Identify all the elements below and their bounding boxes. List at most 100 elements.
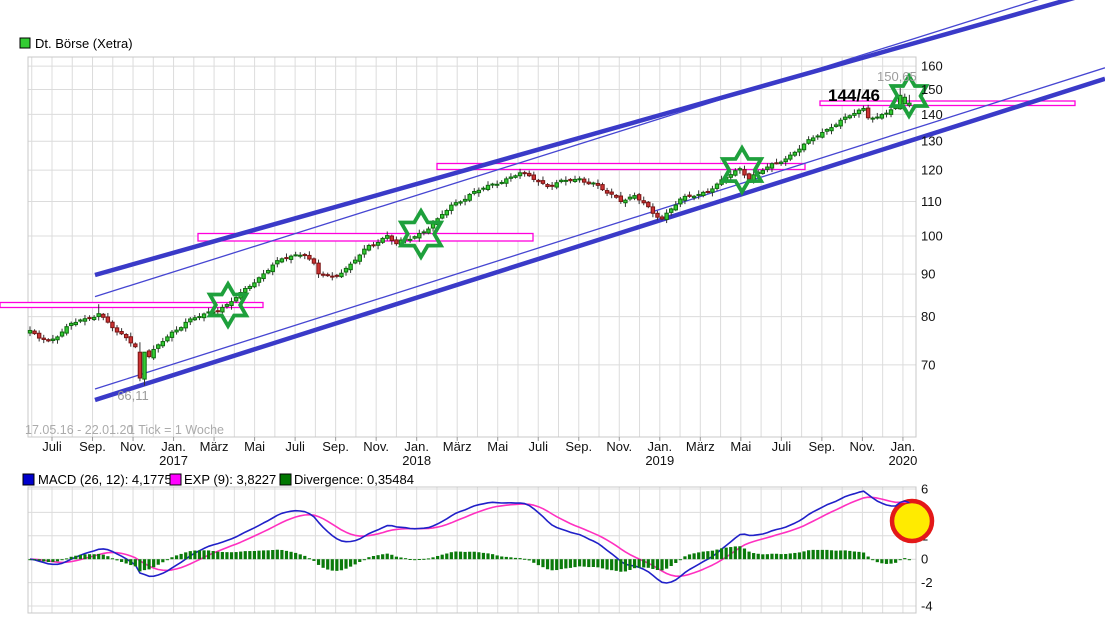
resistance-band — [198, 234, 533, 242]
candle-down — [106, 317, 109, 322]
candle-up — [276, 261, 279, 264]
candle-up — [825, 129, 828, 131]
x-axis-tick-label: Sep. — [322, 439, 349, 454]
candle-up — [198, 317, 201, 318]
candle-down — [775, 163, 778, 164]
candle-down — [147, 351, 150, 357]
candle-up — [253, 283, 256, 287]
tick-period-label: 1 Tick = 1 Woche — [128, 423, 224, 437]
y-axis-tick-label: 140 — [921, 107, 943, 122]
candle-up — [711, 189, 714, 192]
candle-down — [312, 259, 315, 263]
candle-up — [202, 314, 205, 318]
candle-down — [647, 202, 650, 206]
candle-up — [555, 183, 558, 187]
candle-up — [179, 328, 182, 331]
candle-up — [830, 128, 833, 131]
candle-up — [51, 339, 54, 340]
candle-up — [715, 184, 718, 188]
candle-up — [170, 332, 173, 337]
macd-legend-swatch-icon — [23, 474, 34, 485]
candle-down — [372, 245, 375, 246]
candle-up — [353, 260, 356, 263]
candle-up — [679, 199, 682, 204]
candle-up — [257, 278, 260, 283]
candle-down — [523, 173, 526, 174]
x-axis-tick-label: Nov. — [606, 439, 632, 454]
x-axis-year-label: 2020 — [888, 453, 917, 468]
candle-up — [880, 115, 883, 119]
candle-up — [624, 200, 627, 203]
candle-up — [482, 188, 485, 189]
candle-up — [871, 118, 874, 119]
candle-up — [74, 322, 77, 324]
candle-up — [266, 271, 269, 273]
candle-up — [450, 205, 453, 210]
x-axis-tick-label: Juli — [42, 439, 62, 454]
x-axis-year-label: 2017 — [159, 453, 188, 468]
candle-down — [395, 240, 398, 244]
candle-up — [514, 176, 517, 178]
candle-down — [111, 322, 114, 327]
y-axis-tick-label: 70 — [921, 357, 935, 372]
candle-up — [408, 239, 411, 240]
x-axis-tick-label: März — [686, 439, 715, 454]
candle-up — [193, 318, 196, 320]
stock-chart-canvas[interactable]: 160150140130120110100908070JuliSep.Nov.J… — [0, 0, 1105, 626]
candle-up — [816, 136, 819, 137]
candle-up — [500, 182, 503, 183]
candle-up — [175, 330, 178, 332]
candle-up — [821, 132, 824, 137]
trend-line-lower-thin — [95, 68, 1105, 389]
candle-up — [381, 238, 384, 242]
candle-up — [221, 307, 224, 312]
candle-up — [299, 255, 302, 256]
x-axis-tick-label: Mai — [244, 439, 265, 454]
macd-legend-swatch-icon — [280, 474, 291, 485]
candle-up — [65, 327, 68, 333]
candle-up — [564, 180, 567, 181]
candle-down — [335, 275, 338, 276]
candle-up — [189, 319, 192, 322]
candle-up — [60, 332, 63, 336]
y-axis-tick-label: 110 — [921, 194, 942, 209]
x-axis-tick-label: Jan. — [648, 439, 673, 454]
candle-up — [848, 116, 851, 118]
candle-up — [166, 337, 169, 341]
candle-up — [578, 179, 581, 180]
candle-up — [157, 345, 160, 349]
macd-legend: MACD (26, 12): 4,1775EXP (9): 3,8227Dive… — [23, 472, 414, 487]
symbol-legend-swatch-icon — [20, 38, 30, 48]
candle-up — [230, 302, 233, 306]
signal-highlight-circle — [892, 501, 932, 541]
symbol-legend-label: Dt. Börse (Xetra) — [35, 36, 133, 51]
candle-up — [367, 245, 370, 250]
candle-up — [495, 184, 498, 185]
x-axis-tick-label: Mai — [730, 439, 751, 454]
y-axis-tick-label: 90 — [921, 267, 935, 282]
x-axis-tick-label: Nov. — [120, 439, 146, 454]
candle-up — [427, 229, 430, 233]
candle-up — [454, 203, 457, 205]
candle-up — [839, 120, 842, 126]
candle-up — [811, 138, 814, 141]
candle-down — [115, 328, 118, 332]
candle-up — [363, 249, 366, 254]
candle-up — [340, 273, 343, 276]
candle-up — [422, 232, 425, 233]
candle-up — [468, 194, 471, 200]
candle-down — [688, 195, 691, 196]
candle-up — [97, 314, 100, 317]
candle-up — [857, 110, 860, 113]
y-axis-tick-label: 80 — [921, 309, 935, 324]
x-axis-tick-label: Nov. — [363, 439, 389, 454]
last-price-label: 144/46 — [828, 86, 880, 105]
candle-up — [784, 159, 787, 162]
candle-up — [766, 167, 769, 169]
time-axis: JuliSep.Nov.Jan.2017MärzMaiJuliSep.Nov.J… — [42, 437, 917, 468]
candle-down — [33, 331, 36, 334]
candle-down — [124, 335, 127, 338]
candle-up — [807, 140, 810, 144]
macd-legend-label: MACD (26, 12): 4,1775 — [38, 472, 172, 487]
x-axis-tick-label: Jan. — [404, 439, 429, 454]
